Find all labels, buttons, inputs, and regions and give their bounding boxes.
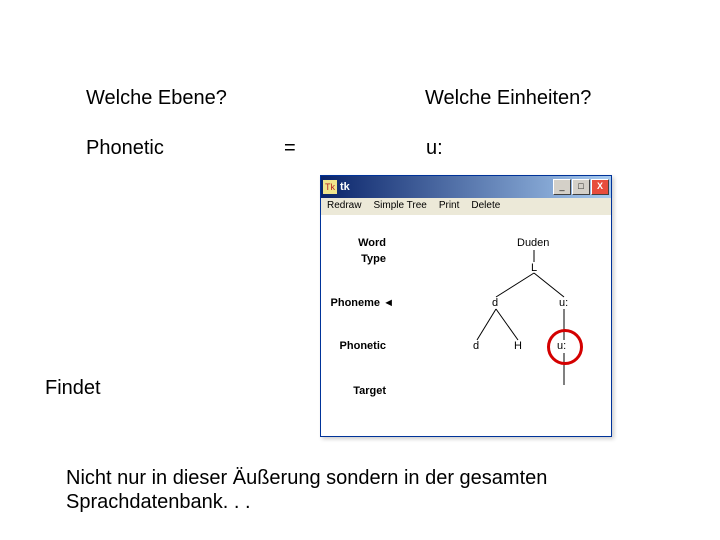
minimize-button[interactable]: _ — [553, 179, 571, 195]
menu-delete[interactable]: Delete — [465, 198, 506, 215]
equals-sign: = — [284, 137, 296, 160]
highlight-circle — [547, 329, 583, 365]
footer-note: Nicht nur in dieser Äußerung sondern in … — [66, 466, 596, 514]
tk-icon: Tk — [323, 180, 337, 194]
menu-simpletree[interactable]: Simple Tree — [367, 198, 432, 215]
close-button[interactable]: X — [591, 179, 609, 195]
question-level: Welche Ebene? — [86, 87, 227, 110]
answer-level: Phonetic — [86, 137, 164, 160]
findet-label: Findet — [45, 377, 101, 400]
menubar: Redraw Simple Tree Print Delete — [321, 198, 611, 216]
tree-canvas: Word Type Phoneme ◄ Phonetic Target Dude… — [321, 215, 611, 436]
menu-redraw[interactable]: Redraw — [321, 198, 367, 215]
maximize-button[interactable]: □ — [572, 179, 590, 195]
tree-edges — [321, 215, 611, 435]
window-title: tk — [340, 181, 553, 193]
titlebar: Tk tk _ □ X — [321, 176, 611, 198]
question-units: Welche Einheiten? — [425, 87, 591, 110]
answer-unit: u: — [426, 137, 443, 160]
tk-window: Tk tk _ □ X Redraw Simple Tree Print Del… — [320, 175, 612, 437]
menu-print[interactable]: Print — [433, 198, 466, 215]
